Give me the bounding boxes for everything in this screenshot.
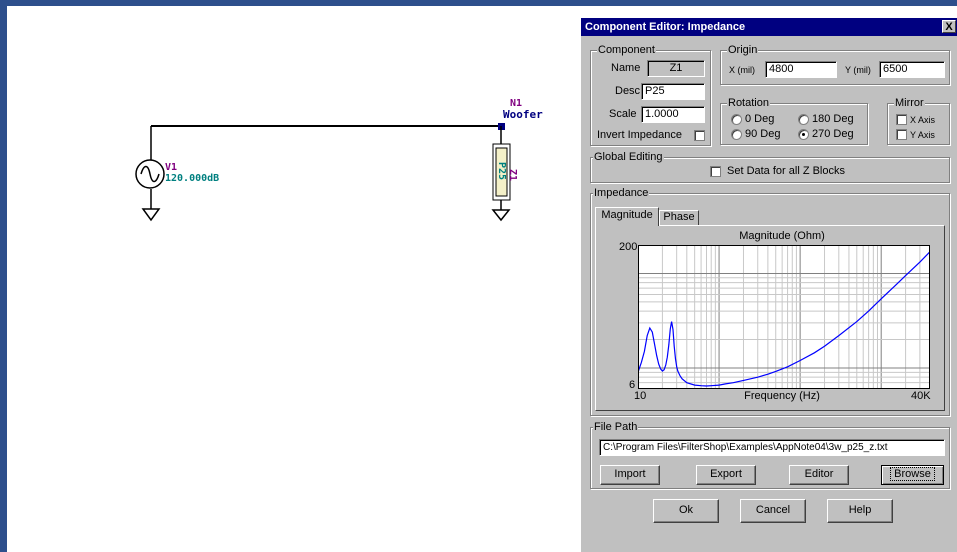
mirror-y-checkbox[interactable] [896,129,907,140]
rotation-270-label: 270 Deg [812,128,854,140]
file-path-group-label: File Path [593,421,639,433]
cancel-button[interactable]: Cancel [740,499,806,523]
scale-label: Scale [609,108,637,120]
import-button[interactable]: Import [600,465,660,485]
origin-group: Origin X (mil) 4800 Y (mil) 6500 [720,44,950,85]
rotation-270-radio[interactable] [798,129,809,140]
rotation-group-label: Rotation [727,97,770,109]
ok-button-label: Ok [678,504,694,516]
mirror-y-label: Y Axis [910,130,935,140]
name-label: Name [611,62,641,74]
component-group-label: Component [597,44,656,56]
ground-symbol-z [491,209,511,222]
impedance-group-label: Impedance [593,187,650,199]
magnitude-plot [638,245,930,389]
mirror-group-label: Mirror [894,97,925,109]
help-button[interactable]: Help [827,499,893,523]
node-name-label: Woofer [503,108,543,121]
x-mil-field[interactable]: 4800 [765,61,837,78]
rotation-90-label: 90 Deg [745,128,781,140]
source-value-label: 120.000dB [165,173,220,184]
global-editing-label: Global Editing [593,151,664,163]
source-ref-label: V1 [165,162,178,173]
invert-impedance-label: Invert Impedance [597,129,682,141]
rotation-0-radio[interactable] [731,114,742,125]
rotation-90-radio[interactable] [731,129,742,140]
sine-glyph [140,165,160,183]
name-field: Z1 [647,60,705,77]
desc-field[interactable]: P25 [641,83,705,100]
mirror-x-checkbox[interactable] [896,114,907,125]
mirror-group: Mirror X Axis Y Axis [887,97,950,145]
file-path-field[interactable]: C:\Program Files\FilterShop\Examples\App… [599,439,945,456]
desc-label: Desc [615,85,641,97]
invert-impedance-checkbox[interactable] [694,130,705,141]
origin-group-label: Origin [727,44,759,56]
impedance-desc-label: P25 [496,162,507,181]
impedance-group: Impedance Magnitude Phase Magnitude (Ohm… [590,187,950,416]
rotation-0-label: 0 Deg [745,113,775,125]
file-path-group: File Path C:\Program Files\FilterShop\Ex… [590,421,950,489]
component-editor-dialog: Component Editor: Impedance X Component … [580,17,957,552]
rotation-180-label: 180 Deg [812,113,854,125]
rotation-group: Rotation 0 Deg 180 Deg 90 Deg 270 Deg [720,97,868,145]
mirror-x-label: X Axis [910,115,936,125]
browse-button-label: Browse [890,467,935,481]
ok-button[interactable]: Ok [653,499,719,523]
y-tick-max: 200 [619,241,638,253]
tab-phase[interactable]: Phase [659,210,699,225]
cancel-button-label: Cancel [755,504,791,516]
y-mil-label: Y (mil) [845,65,871,75]
ground-symbol-source [141,208,161,222]
x-axis-label: Frequency (Hz) [744,390,820,402]
schematic-drawing [135,123,511,222]
dialog-title: Component Editor: Impedance [585,21,746,33]
y-mil-field[interactable]: 6500 [879,61,945,78]
scale-field[interactable]: 1.0000 [641,106,705,123]
global-editing-group: Global Editing Set Data for all Z Blocks [590,151,950,183]
set-data-all-checkbox[interactable] [710,166,721,177]
set-data-all-label: Set Data for all Z Blocks [727,165,845,177]
plot-background [638,245,930,389]
dialog-titlebar[interactable]: Component Editor: Impedance X [581,18,957,36]
help-button-label: Help [848,504,872,516]
tab-magnitude[interactable]: Magnitude [595,207,659,226]
browse-button[interactable]: Browse [881,465,944,485]
editor-button[interactable]: Editor [789,465,849,485]
rotation-180-radio[interactable] [798,114,809,125]
export-button[interactable]: Export [696,465,756,485]
impedance-ref-label: Z1 [507,169,518,182]
component-group: Component Name Z1 Desc P25 Scale 1.0000 … [590,44,711,146]
x-mil-label: X (mil) [729,65,755,75]
close-icon[interactable]: X [942,20,956,33]
chart-title: Magnitude (Ohm) [739,230,825,242]
